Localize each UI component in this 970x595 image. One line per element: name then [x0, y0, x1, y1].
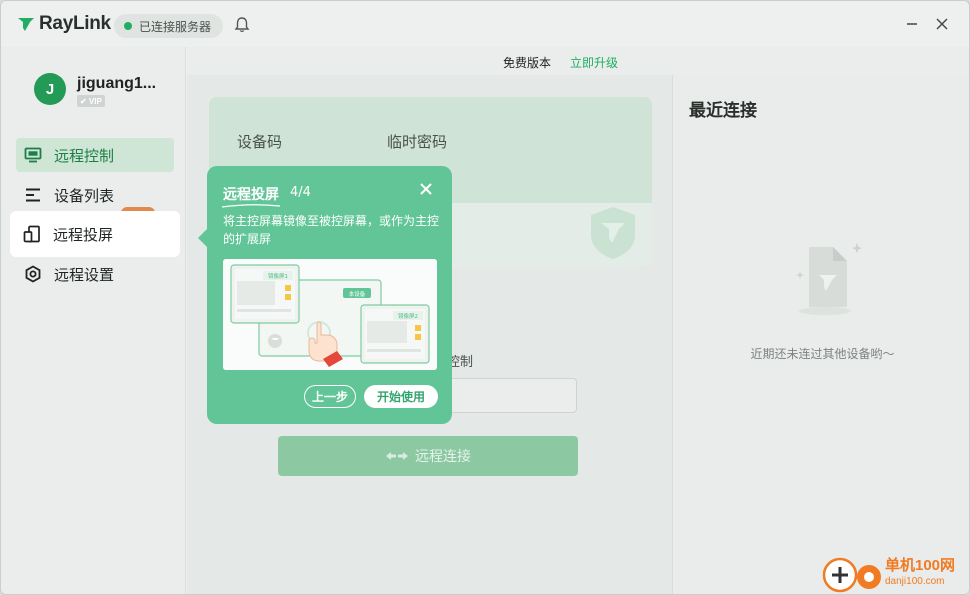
- minimize-button[interactable]: [903, 15, 921, 33]
- app-name: RayLink: [39, 13, 111, 34]
- screen-mirror-illustration: 本设备 镜像屏1 镜像屏2: [223, 259, 437, 370]
- sidebar-item-screen-cast[interactable]: 远程投屏: [10, 211, 180, 257]
- sidebar-item-label: 远程设置: [54, 265, 115, 284]
- watermark-url: danji100.com: [885, 576, 945, 587]
- device-code-label: 设备码: [237, 133, 283, 151]
- screen-cast-icon: [23, 225, 40, 243]
- sidebar-item-remote-settings[interactable]: 远程设置: [16, 257, 174, 291]
- app-logo: RayLink: [17, 13, 111, 35]
- avatar[interactable]: J: [34, 73, 66, 105]
- list-icon: [26, 188, 40, 202]
- connect-button-label: 远程连接: [415, 449, 471, 465]
- watermark-title: 单机100网: [885, 557, 956, 574]
- close-window-button[interactable]: [933, 15, 951, 33]
- start-using-button[interactable]: 开始使用: [364, 385, 438, 408]
- local-device-tag: 本设备: [349, 290, 366, 298]
- sidebar-item-label: 设备列表: [54, 186, 115, 205]
- previous-step-button[interactable]: 上一步: [304, 385, 356, 408]
- vip-badge: ✔ VIP: [77, 95, 105, 107]
- watermark-logo-icon: [822, 557, 881, 593]
- tooltip-illustration: 本设备 镜像屏1 镜像屏2: [223, 259, 437, 370]
- mirror2-tag: 镜像屏2: [398, 312, 418, 320]
- temp-password-label: 临时密码: [387, 133, 448, 151]
- sidebar-item-label: 远程投屏: [53, 225, 114, 244]
- empty-document-icon: [796, 243, 862, 315]
- monitor-icon: [24, 147, 42, 163]
- remote-connect-button[interactable]: 远程连接: [278, 436, 578, 476]
- empty-state-text: 近期还未连过其他设备哟～: [750, 347, 895, 361]
- tooltip-close-icon[interactable]: [418, 181, 434, 197]
- settings-hex-icon: [25, 265, 41, 283]
- minimize-icon: [907, 23, 917, 25]
- upgrade-link[interactable]: 立即升级: [570, 54, 618, 71]
- status-dot: [124, 22, 132, 30]
- app-window: RayLink 已连接服务器 J jiguang1... ✔ VIP 远程控制: [0, 0, 970, 595]
- connection-status-pill: 已连接服务器: [114, 14, 224, 38]
- sidebar-item-remote-control[interactable]: 远程控制: [16, 138, 174, 172]
- connection-status-text: 已连接服务器: [139, 19, 212, 34]
- top-bar: 免费版本 立即升级: [187, 47, 969, 75]
- site-watermark: 单机100网 danji100.com: [821, 552, 969, 594]
- recent-title: 最近连接: [689, 101, 757, 121]
- tooltip-title: 远程投屏: [223, 187, 279, 203]
- sidebar: J jiguang1... ✔ VIP 远程控制 设备列表 远程设置: [1, 47, 186, 594]
- bell-icon[interactable]: [234, 16, 250, 33]
- title-underline: [221, 204, 281, 208]
- onboarding-tooltip: 远程投屏 4/4 将主控屏幕镜像至被控屏幕，或作为主控的扩展屏 本设备 镜像屏1…: [198, 166, 452, 424]
- recent-connections-panel: 最近连接 近期还未连过其他设备哟～: [672, 75, 969, 594]
- sidebar-item-label: 远程控制: [54, 146, 115, 165]
- tooltip-arrow: [198, 228, 208, 248]
- title-bar: RayLink 已连接服务器: [1, 1, 969, 47]
- tooltip-step: 4/4: [290, 185, 311, 200]
- swap-arrows-icon: [386, 452, 408, 460]
- version-label: 免费版本: [503, 56, 552, 70]
- username: jiguang1...: [77, 75, 157, 92]
- tooltip-description: 将主控屏幕镜像至被控屏幕，或作为主控的扩展屏: [223, 214, 440, 246]
- raylink-logo-icon: [18, 18, 34, 31]
- shield-logo-icon: [591, 207, 635, 259]
- mirror1-tag: 镜像屏1: [268, 272, 288, 280]
- close-icon: [936, 18, 948, 30]
